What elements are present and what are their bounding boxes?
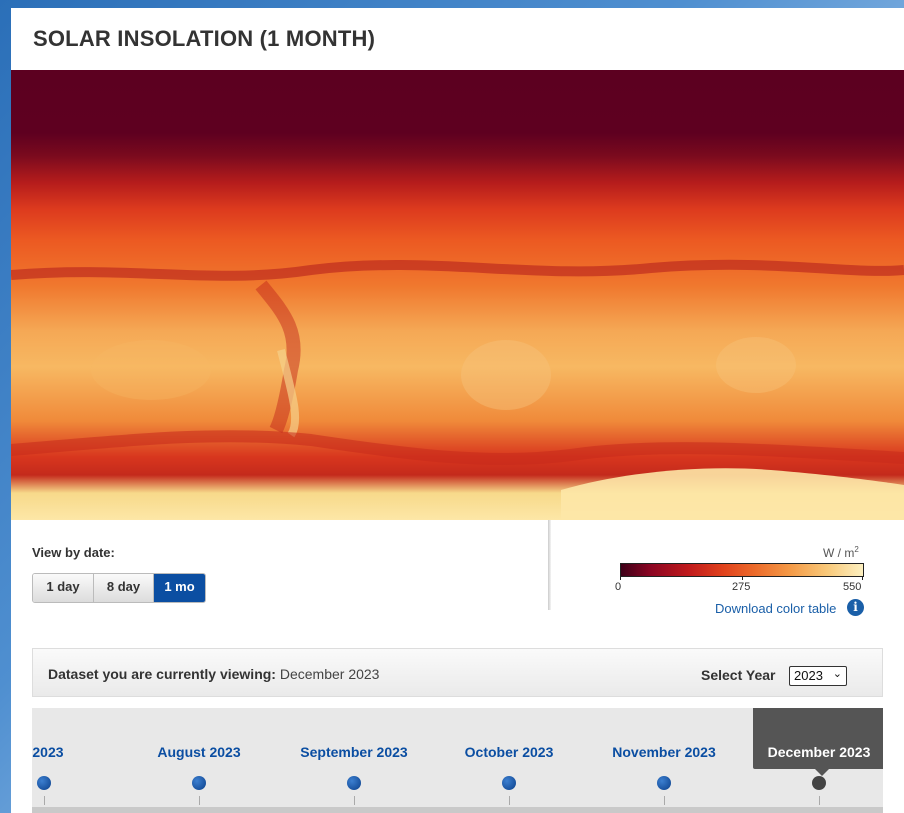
timeline-dot[interactable] (657, 776, 671, 790)
page-title: SOLAR INSOLATION (1 MONTH) (33, 26, 376, 51)
timeline-dot[interactable] (192, 776, 206, 790)
view-1-month-button[interactable]: 1 mo (154, 574, 205, 602)
timeline-tick (44, 796, 45, 805)
legend-min-label: 0 (615, 581, 622, 593)
timeline-month-label[interactable]: September 2023 (300, 744, 407, 760)
timeline-tick (509, 796, 510, 805)
legend-max-label: 550 (843, 581, 862, 593)
legend-tick-min (620, 576, 621, 580)
dataset-label-prefix: Dataset you are currently viewing: (48, 666, 276, 682)
view-1-day-button[interactable]: 1 day (33, 574, 94, 602)
section-divider (548, 520, 551, 610)
color-scale-bar (620, 563, 864, 577)
legend-units: W / m2 (823, 545, 859, 560)
dataset-current-value: December 2023 (279, 666, 380, 682)
timeline-current-highlight: December 2023 (753, 708, 883, 769)
insolation-map[interactable] (11, 70, 904, 520)
dataset-bar: Dataset you are currently viewing: Decem… (32, 648, 883, 697)
timeline-dot[interactable] (502, 776, 516, 790)
timeline-scrollbar[interactable] (32, 807, 883, 813)
timeline-month-label-current[interactable]: December 2023 (768, 744, 871, 760)
legend-tick-mid (742, 576, 743, 580)
legend-units-exponent: 2 (854, 545, 859, 554)
legend-units-base: W / m (823, 546, 855, 560)
timeline-dot[interactable] (347, 776, 361, 790)
timeline-tick (819, 796, 820, 805)
timeline-dot-current[interactable] (812, 776, 826, 790)
timeline-dot[interactable] (37, 776, 51, 790)
date-range-toggle: 1 day 8 day 1 mo (32, 573, 206, 603)
select-year-label: Select Year (701, 667, 776, 683)
dataset-label: Dataset you are currently viewing: Decem… (48, 666, 379, 682)
map-texture (11, 259, 904, 520)
dataset-panel: SOLAR INSOLATION (1 MONTH) View by date:… (11, 8, 904, 813)
download-color-table-link[interactable]: Download color table (715, 601, 836, 616)
timeline-month-label[interactable]: November 2023 (612, 744, 716, 760)
timeline-month-label[interactable]: October 2023 (465, 744, 554, 760)
view-8-day-button[interactable]: 8 day (94, 574, 154, 602)
info-icon[interactable]: i (847, 599, 864, 616)
timeline-month-label[interactable]: July 2023 (32, 744, 64, 760)
timeline-tick (199, 796, 200, 805)
timeline-month-label[interactable]: August 2023 (157, 744, 240, 760)
legend-mid-label: 275 (732, 581, 751, 593)
timeline-current-pointer (814, 768, 830, 776)
timeline-tick (354, 796, 355, 805)
month-timeline[interactable]: December 2023 July 2023 August 2023 Sept… (32, 708, 883, 813)
year-select-value: 2023 (794, 668, 823, 683)
chevron-down-icon: ⌄ (832, 668, 842, 680)
legend-tick-max (862, 576, 863, 580)
timeline-tick (664, 796, 665, 805)
year-select[interactable]: 2023 ⌄ (789, 666, 847, 686)
view-by-date-label: View by date: (32, 545, 115, 560)
